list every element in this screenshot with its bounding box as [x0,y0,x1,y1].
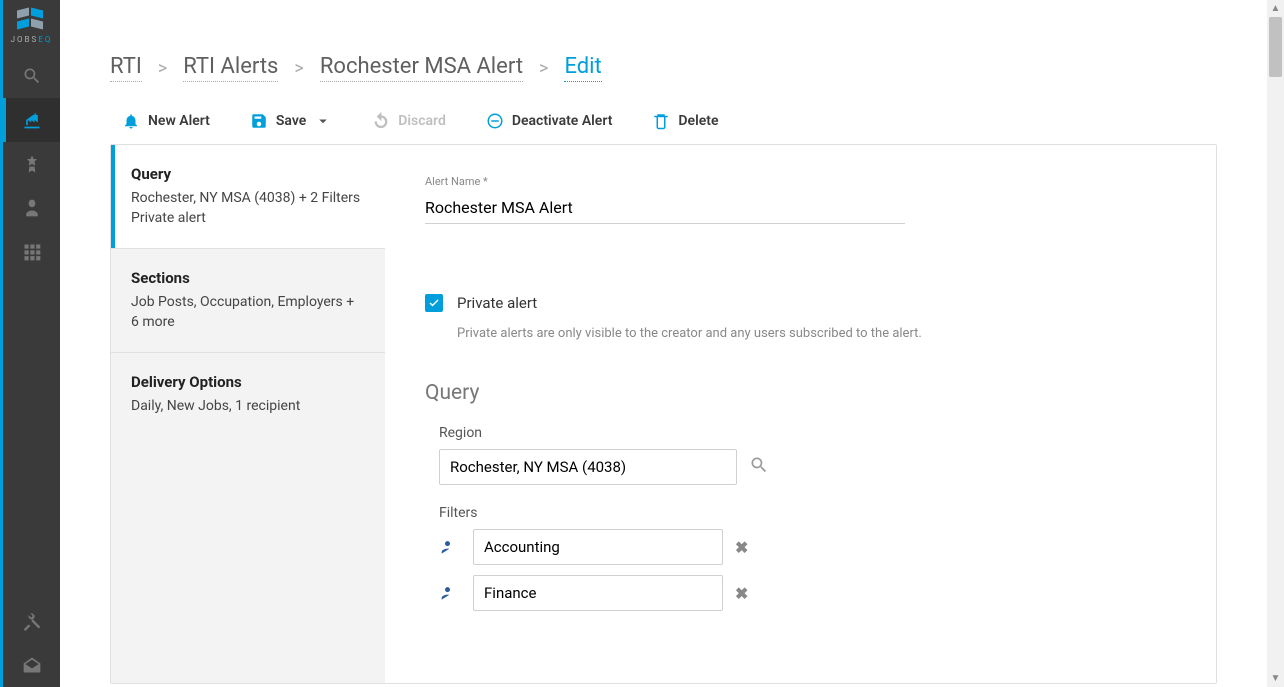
filter-type-icon [439,583,461,603]
search-icon [749,455,769,475]
region-search-icon[interactable] [749,455,769,479]
bell-icon [122,112,140,130]
private-alert-help: Private alerts are only visible to the c… [457,326,1186,341]
breadcrumb: RTI > RTI Alerts > Rochester MSA Alert >… [110,54,1217,82]
filter-input[interactable] [473,575,723,611]
crumb-rti-alerts[interactable]: RTI Alerts [183,54,278,82]
filter-row: ✖ [439,575,1186,611]
chevron-down-icon [314,112,332,130]
rail-person[interactable] [3,186,60,230]
deactivate-button[interactable]: Deactivate Alert [486,112,613,130]
discard-button[interactable]: Discard [372,112,446,130]
side-card-title: Sections [131,269,365,287]
app-logo: JOBSEQ [12,6,52,46]
filter-input[interactable] [473,529,723,565]
side-card-query[interactable]: Query Rochester, NY MSA (4038) + 2 Filte… [111,145,385,249]
crumb-rti[interactable]: RTI [110,54,142,82]
crumb-sep: > [158,58,167,79]
side-card-sub: Daily, New Jobs, 1 recipient [131,397,365,417]
scrollbar[interactable]: ▲ ▼ [1267,0,1284,687]
filter-row: ✖ [439,529,1186,565]
filters-label: Filters [439,505,1186,521]
side-card-sub: Private alert [131,209,365,229]
deactivate-label: Deactivate Alert [512,113,613,129]
edit-panel: Query Rochester, NY MSA (4038) + 2 Filte… [110,144,1217,684]
scroll-up-icon[interactable]: ▲ [1267,0,1284,17]
deactivate-icon [486,112,504,130]
side-card-sections[interactable]: Sections Job Posts, Occupation, Employer… [111,249,385,353]
save-label: Save [276,113,306,129]
save-icon [250,112,268,130]
region-label: Region [439,425,1186,441]
filter-remove-button[interactable]: ✖ [735,584,748,603]
filter-remove-button[interactable]: ✖ [735,538,748,557]
side-card-delivery[interactable]: Delivery Options Daily, New Jobs, 1 reci… [111,353,385,437]
nav-rail: JOBSEQ [3,0,60,687]
rail-factory[interactable] [3,98,60,142]
rail-search[interactable] [3,54,60,98]
crumb-sep: > [294,58,303,79]
discard-label: Discard [398,113,446,129]
alert-name-label: Alert Name * [425,175,1186,188]
crumb-edit[interactable]: Edit [564,54,601,82]
query-heading: Query [425,381,1186,405]
scroll-down-icon[interactable]: ▼ [1267,670,1284,687]
rail-badge[interactable] [3,142,60,186]
check-icon [428,297,440,309]
undo-icon [372,112,390,130]
panel-form-col: Alert Name * Private alert Private alert… [385,145,1216,683]
side-card-title: Query [131,165,365,183]
delete-label: Delete [678,113,718,129]
private-alert-label: Private alert [457,294,537,312]
action-bar: New Alert Save Discard Deactivate Alert [110,112,1217,130]
delete-button[interactable]: Delete [652,112,718,130]
new-alert-button[interactable]: New Alert [122,112,210,130]
crumb-sep: > [539,58,548,79]
region-input[interactable] [439,449,737,485]
rail-mail[interactable] [3,643,60,687]
private-alert-checkbox[interactable] [425,294,443,312]
rail-tools[interactable] [3,599,60,643]
trash-icon [652,112,670,130]
side-card-sub: Rochester, NY MSA (4038) + 2 Filters [131,189,365,209]
filter-type-icon [439,537,461,557]
scrollbar-thumb[interactable] [1269,17,1282,77]
new-alert-label: New Alert [148,113,210,129]
alert-name-input[interactable] [425,196,905,224]
crumb-alert[interactable]: Rochester MSA Alert [320,54,523,82]
rail-grid[interactable] [3,230,60,274]
side-card-title: Delivery Options [131,373,365,391]
panel-side-col: Query Rochester, NY MSA (4038) + 2 Filte… [111,145,385,683]
save-button[interactable]: Save [250,112,332,130]
side-card-sub: Job Posts, Occupation, Employers + 6 mor… [131,293,365,332]
